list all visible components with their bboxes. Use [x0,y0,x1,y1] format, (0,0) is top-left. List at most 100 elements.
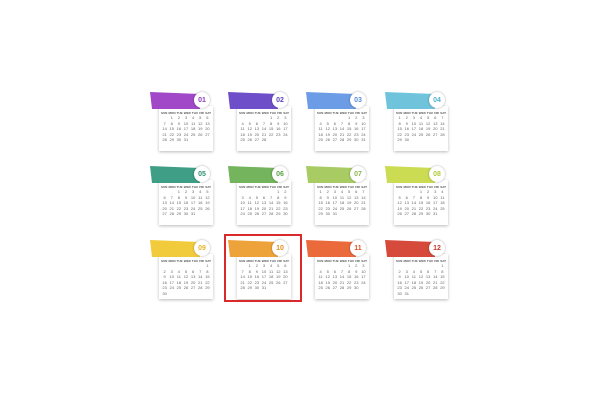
day-cell[interactable]: 12 [204,195,211,200]
day-cell[interactable]: 31 [190,211,197,216]
day-cell[interactable]: 17 [168,280,175,285]
day-cell[interactable]: 29 [439,285,446,290]
day-cell[interactable]: 6 [353,189,360,194]
day-cell[interactable]: 23 [275,132,282,137]
day-cell[interactable]: 1 [317,189,324,194]
day-cell[interactable]: 11 [317,126,324,131]
day-cell[interactable]: 29 [204,285,211,290]
calendar-month-12[interactable]: 12 SUN MON TUE WED THU FRI SAT 1 2 3 4 5 6 7 8 9 10 11 12 13… [385,240,449,300]
day-cell[interactable]: 27 [190,285,197,290]
day-cell[interactable]: 24 [182,132,189,137]
day-cell[interactable]: 13 [353,195,360,200]
day-cell[interactable]: 5 [182,269,189,274]
day-cell[interactable]: 18 [439,200,446,205]
day-cell[interactable]: 20 [161,206,168,211]
day-cell[interactable]: 26 [324,137,331,142]
day-cell[interactable]: 16 [353,126,360,131]
day-cell[interactable]: 11 [410,274,417,279]
calendar-month-09[interactable]: 09 SUN MON TUE WED THU FRI SAT 1 2 3 4 5 6 7 8 9 10 11 12 13… [150,240,214,300]
day-cell[interactable]: 2 [353,115,360,120]
day-cell[interactable]: 25 [338,206,345,211]
day-cell[interactable]: 21 [432,280,439,285]
day-cell[interactable]: 21 [338,280,345,285]
day-cell[interactable]: 30 [324,211,331,216]
day-cell[interactable]: 5 [346,189,353,194]
day-cell[interactable]: 5 [324,269,331,274]
day-cell[interactable]: 8 [268,121,275,126]
day-cell[interactable]: 16 [396,280,403,285]
day-cell[interactable]: 11 [175,274,182,279]
day-cell[interactable]: 18 [317,280,324,285]
day-cell[interactable]: 21 [197,280,204,285]
day-cell[interactable]: 31 [403,291,410,296]
day-cell[interactable]: 10 [239,200,246,205]
day-cell[interactable]: 3 [282,115,289,120]
day-cell[interactable]: 29 [317,211,324,216]
day-cell[interactable]: 18 [317,132,324,137]
day-cell[interactable]: 27 [253,137,260,142]
day-cell[interactable]: 18 [197,200,204,205]
day-cell[interactable]: 9 [353,121,360,126]
day-cell[interactable]: 21 [168,206,175,211]
day-cell[interactable]: 23 [182,206,189,211]
day-cell[interactable]: 19 [396,206,403,211]
calendar-month-08[interactable]: 08 SUN MON TUE WED THU FRI SAT 1 2 3 4 5 6 7 8 9 10 11 12 13… [385,166,449,226]
day-cell[interactable]: 13 [190,274,197,279]
day-cell[interactable]: 25 [417,132,424,137]
day-cell[interactable]: 26 [204,206,211,211]
day-cell[interactable]: 17 [239,206,246,211]
day-cell[interactable]: 6 [403,195,410,200]
day-cell[interactable]: 21 [268,206,275,211]
day-cell[interactable]: 7 [161,121,168,126]
day-cell[interactable]: 24 [360,132,367,137]
day-cell[interactable]: 29 [275,211,282,216]
day-cell[interactable]: 15 [275,200,282,205]
day-cell[interactable]: 14 [197,274,204,279]
day-cell[interactable]: 9 [275,121,282,126]
day-cell[interactable]: 6 [204,115,211,120]
day-cell[interactable]: 29 [346,285,353,290]
day-cell[interactable]: 23 [282,206,289,211]
day-cell[interactable]: 7 [432,269,439,274]
day-cell[interactable]: 17 [432,200,439,205]
day-cell[interactable]: 30 [282,211,289,216]
day-cell[interactable]: 22 [268,132,275,137]
day-cell[interactable]: 5 [253,195,260,200]
day-cell[interactable]: 28 [161,137,168,142]
day-cell[interactable]: 10 [360,121,367,126]
calendar-month-05[interactable]: 05 SUN MON TUE WED THU FRI SAT 1 2 3 4 5 6 7 8 9 10 11 12 13… [150,166,214,226]
day-cell[interactable]: 15 [439,274,446,279]
day-cell[interactable]: 13 [331,274,338,279]
day-cell[interactable]: 14 [168,200,175,205]
day-cell[interactable]: 16 [275,126,282,131]
day-cell[interactable]: 17 [360,126,367,131]
day-cell[interactable]: 24 [190,206,197,211]
day-cell[interactable]: 24 [168,285,175,290]
day-cell[interactable]: 20 [425,280,432,285]
day-cell[interactable]: 10 [331,195,338,200]
calendar-month-06[interactable]: 06 SUN MON TUE WED THU FRI SAT 1 2 3 4 5 6 7 8 9 10 11 12 13… [228,166,292,226]
day-cell[interactable]: 12 [197,121,204,126]
day-cell[interactable]: 13 [204,121,211,126]
day-cell[interactable]: 18 [417,126,424,131]
day-cell[interactable]: 28 [432,285,439,290]
day-cell[interactable]: 13 [331,126,338,131]
day-cell[interactable]: 6 [260,195,267,200]
day-cell[interactable]: 12 [253,200,260,205]
day-cell[interactable]: 30 [425,211,432,216]
calendar-month-03[interactable]: 03 SUN MON TUE WED THU FRI SAT 1 2 3 4 5 6 7 8 9 10 11 12 13… [306,92,370,152]
day-cell[interactable]: 4 [317,269,324,274]
day-cell[interactable]: 15 [346,274,353,279]
day-cell[interactable]: 9 [282,195,289,200]
day-cell[interactable]: 26 [197,132,204,137]
day-cell[interactable]: 29 [175,211,182,216]
day-cell[interactable]: 1 [168,115,175,120]
day-cell[interactable]: 8 [175,195,182,200]
calendar-month-02[interactable]: 02 SUN MON TUE WED THU FRI SAT 1 2 3 4 5 6 7 8 9 10 11 12 13… [228,92,292,152]
day-cell[interactable]: 27 [331,137,338,142]
day-cell[interactable]: 28 [360,206,367,211]
day-cell[interactable]: 12 [246,126,253,131]
day-cell[interactable]: 23 [403,132,410,137]
day-cell[interactable]: 23 [353,280,360,285]
day-cell[interactable]: 15 [168,126,175,131]
